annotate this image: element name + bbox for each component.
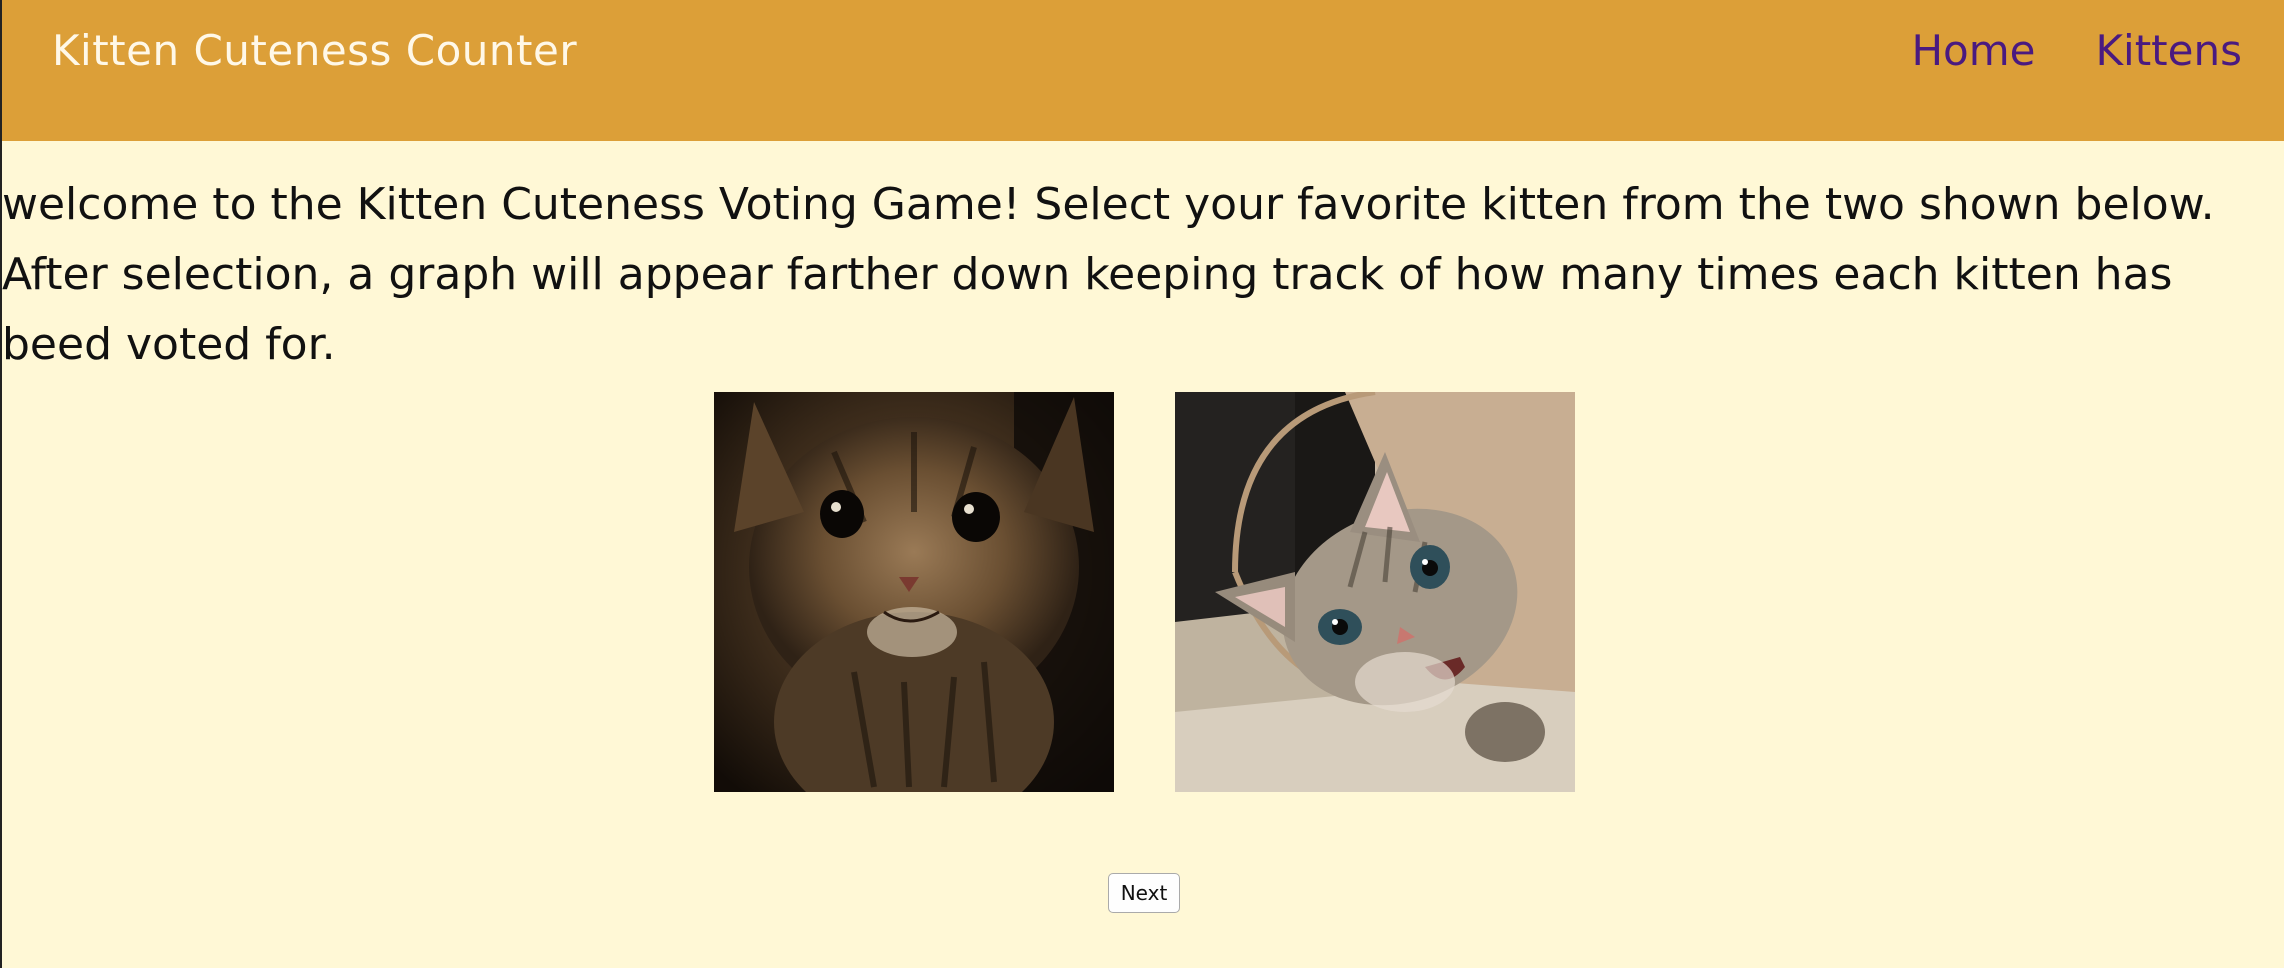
nav-link-home[interactable]: Home [1911,26,2035,75]
next-button[interactable]: Next [1108,873,1180,913]
kitten-photo-1[interactable] [714,392,1114,792]
main-nav: Home Kittens [1911,26,2242,75]
nav-link-kittens[interactable]: Kittens [2096,26,2243,75]
intro-text: welcome to the Kitten Cuteness Voting Ga… [2,179,2215,370]
kitten-photo-2[interactable] [1175,392,1575,792]
site-title: Kitten Cuteness Counter [52,26,578,75]
site-header: Kitten Cuteness Counter Home Kittens [2,0,2284,141]
